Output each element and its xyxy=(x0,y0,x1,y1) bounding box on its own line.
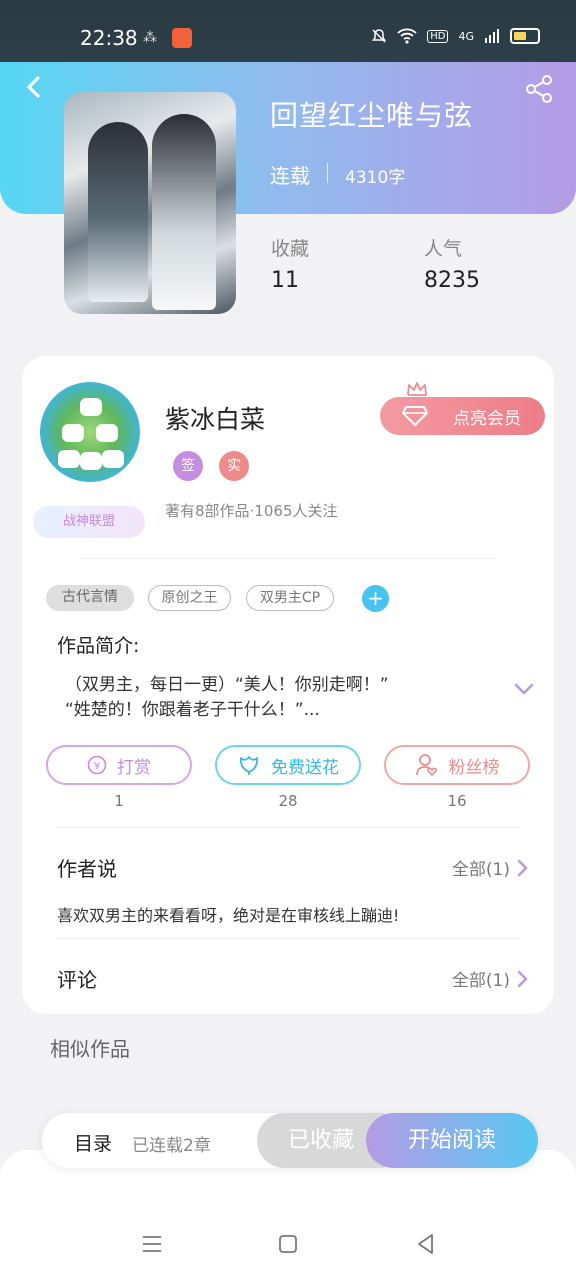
union-badge[interactable]: 战神联盟 xyxy=(33,506,145,538)
stat-value-popularity: 8235 xyxy=(424,268,480,293)
tag-ancient-romance[interactable]: 古代言情 xyxy=(46,585,134,611)
notification-icon: ⁂ xyxy=(143,30,157,46)
back-nav-icon[interactable] xyxy=(414,1232,438,1256)
book-cover[interactable] xyxy=(64,92,236,314)
add-tag-button[interactable]: + xyxy=(362,585,389,612)
status-time: 22:38 xyxy=(80,26,138,50)
menu-icon[interactable] xyxy=(140,1232,164,1256)
flower-icon xyxy=(240,756,258,775)
tag-original-king[interactable]: 原创之王 xyxy=(148,585,231,611)
divider xyxy=(327,163,328,183)
vip-button[interactable]: 点亮会员 xyxy=(380,397,545,435)
chevron-down-icon[interactable] xyxy=(514,682,534,696)
cover-figure xyxy=(152,114,216,310)
battery-icon xyxy=(510,28,540,44)
book-status: 连载 xyxy=(270,164,310,188)
fan-ranking-button[interactable]: 粉丝榜 xyxy=(384,745,530,785)
stat-label-favorites: 收藏 xyxy=(271,238,310,260)
chevron-right-icon xyxy=(517,970,528,987)
book-title: 回望红尘唯与弦 xyxy=(270,99,474,132)
tip-button[interactable]: ¥ 打赏 xyxy=(46,745,192,785)
send-flower-button-label: 免费送花 xyxy=(271,757,339,778)
author-info: 著有8部作品·1065人关注 xyxy=(165,502,338,520)
network-label: 4G xyxy=(458,29,474,43)
chevron-right-icon xyxy=(517,859,528,876)
author-says-more-label: 全部(1) xyxy=(451,860,510,880)
back-button[interactable] xyxy=(22,72,46,102)
comments-more[interactable]: 全部(1) xyxy=(452,966,528,991)
hd-icon: HD xyxy=(427,29,449,43)
comments-title: 评论 xyxy=(57,968,97,992)
status-icons: HD 4G xyxy=(371,28,540,44)
chapter-count: 已连载2章 xyxy=(132,1136,211,1156)
stat-label-popularity: 人气 xyxy=(424,238,463,260)
author-says-more[interactable]: 全部(1) xyxy=(452,855,528,880)
chevron-left-icon xyxy=(27,76,40,98)
user-heart-icon xyxy=(415,754,437,777)
bottom-panel xyxy=(0,1150,576,1280)
home-icon[interactable] xyxy=(276,1232,300,1256)
intro-title: 作品简介: xyxy=(57,635,140,657)
cover-figure xyxy=(88,122,148,302)
signal-icon xyxy=(485,29,499,43)
share-button[interactable] xyxy=(524,74,554,104)
mute-icon xyxy=(372,29,387,43)
similar-works-title: 相似作品 xyxy=(50,1037,130,1061)
status-bar: 22:38 ⁂ HD 4G xyxy=(0,0,576,62)
signed-badge: 签 xyxy=(173,451,203,481)
flower-count: 28 xyxy=(278,792,298,810)
tip-button-label: 打赏 xyxy=(117,757,151,778)
app-notification-icon xyxy=(172,28,192,48)
send-flower-button[interactable]: 免费送花 xyxy=(215,745,361,785)
divider xyxy=(57,938,520,939)
book-word-count: 4310字 xyxy=(345,168,406,188)
author-avatar[interactable] xyxy=(40,382,140,482)
start-reading-button[interactable]: 开始阅读 xyxy=(366,1113,538,1168)
author-name[interactable]: 紫冰白菜 xyxy=(165,400,265,436)
toc-button[interactable]: 目录 xyxy=(74,1129,112,1156)
stat-value-favorites: 11 xyxy=(271,268,299,293)
fan-count: 16 xyxy=(447,792,467,810)
svg-text:¥: ¥ xyxy=(94,761,100,772)
fan-ranking-button-label: 粉丝榜 xyxy=(448,757,500,778)
comments-more-label: 全部(1) xyxy=(451,971,510,991)
divider xyxy=(57,827,520,828)
author-says-title: 作者说 xyxy=(57,857,117,881)
divider xyxy=(80,558,496,559)
tip-count: 1 xyxy=(114,792,124,810)
coin-icon: ¥ xyxy=(87,755,107,775)
intro-line: “姓楚的！你跟着老子干什么！”... xyxy=(65,700,320,720)
intro-line: （双男主，每日一更）“美人！你别走啊！” xyxy=(65,675,389,695)
diamond-icon xyxy=(402,406,428,426)
tag-bl-cp[interactable]: 双男主CP xyxy=(246,585,334,611)
wifi-icon xyxy=(397,28,417,44)
author-says-text: 喜欢双男主的来看看呀，绝对是在审核线上蹦迪! xyxy=(57,906,400,925)
share-icon xyxy=(526,75,552,103)
vip-button-label: 点亮会员 xyxy=(453,408,521,429)
crown-icon xyxy=(407,382,427,396)
verified-badge: 实 xyxy=(219,451,249,481)
